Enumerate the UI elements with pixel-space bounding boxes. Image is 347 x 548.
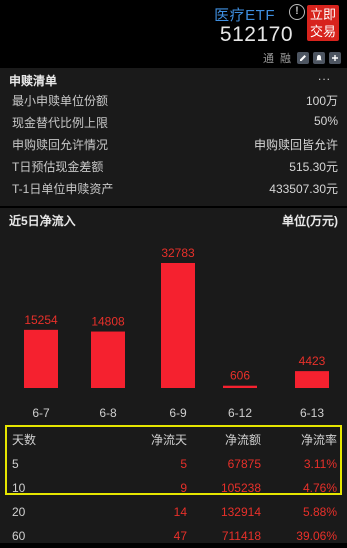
- cell-amount: 105238: [220, 481, 261, 495]
- cell-rate: 5.88%: [302, 505, 337, 519]
- header-rate: 净流率: [300, 433, 337, 447]
- fund-code: 512170: [219, 23, 293, 46]
- cell-days: 20: [12, 505, 26, 519]
- cell-rate: 4.76%: [302, 481, 337, 495]
- inflow-chart-panel: 近5日净流入 单位(万元) 15254 6-7 14808 6-8 32783 6-9 60…: [0, 208, 347, 428]
- bar-6-9[interactable]: [161, 263, 195, 388]
- table-row: 10 9 105238 4.76%: [0, 478, 347, 500]
- list-item: T日预估现金差额 515.30元: [0, 156, 347, 176]
- row-label: 申购赎回允许情况: [12, 138, 109, 152]
- row-label: T日预估现金差额: [12, 160, 104, 174]
- edit-icon[interactable]: [297, 52, 309, 64]
- creation-list-title: 申赎清单: [9, 74, 58, 88]
- creation-list-panel: 申赎清单 ... 最小申赎单位份额 100万 现金替代比例上限 50% 申购赎回…: [0, 68, 347, 206]
- trade-button[interactable]: 立即 交易: [307, 5, 339, 41]
- row-label: T-1日单位申赎资产: [12, 182, 114, 196]
- cell-amount: 132914: [220, 505, 261, 519]
- list-item: 现金替代比例上限 50%: [0, 112, 347, 132]
- bar-6-7[interactable]: [24, 329, 58, 388]
- trade-button-line2: 交易: [309, 24, 336, 39]
- list-item: T-1日单位申赎资产 433507.30元: [0, 178, 347, 198]
- header-flow-days: 净流天: [150, 433, 187, 447]
- bell-icon[interactable]: [313, 52, 325, 64]
- x-tick-label: 6-9: [169, 406, 187, 420]
- cell-rate: 3.11%: [303, 457, 337, 471]
- header-days: 天数: [12, 433, 37, 447]
- cell-days: 5: [12, 457, 19, 471]
- bar-6-8[interactable]: [91, 331, 125, 388]
- bar-6-12[interactable]: [223, 385, 257, 388]
- cell-amount: 711418: [221, 529, 261, 543]
- more-menu-button[interactable]: ...: [318, 69, 331, 83]
- fund-title[interactable]: 医疗ETF: [214, 4, 275, 25]
- inflow-table: 天数 净流天 净流额 净流率 5 5 67875 3.11% 10 9 1052…: [0, 426, 347, 543]
- data-label: 14808: [91, 315, 125, 329]
- tag-rong: 融: [280, 53, 291, 65]
- row-value: 50%: [313, 114, 338, 128]
- bar-6-13[interactable]: [295, 371, 329, 388]
- cell-flow-days: 47: [173, 529, 187, 543]
- row-label: 现金替代比例上限: [12, 116, 109, 130]
- cell-flow-days: 14: [173, 505, 187, 519]
- plus-icon[interactable]: [329, 52, 341, 64]
- list-item: 最小申赎单位份额 100万: [0, 90, 347, 110]
- data-label: 32783: [161, 246, 195, 260]
- cell-days: 60: [12, 529, 26, 543]
- cell-flow-days: 9: [180, 481, 187, 495]
- table-header-row: 天数 净流天 净流额 净流率: [0, 428, 347, 450]
- cell-rate: 39.06%: [296, 529, 337, 543]
- cell-days: 10: [12, 481, 26, 495]
- header: 医疗ETF ! 512170 立即 交易 通 融: [0, 0, 347, 68]
- header-amount: 净流额: [224, 433, 261, 447]
- table-row: 20 14 132914 5.88%: [0, 502, 347, 524]
- list-item: 申购赎回允许情况 申购赎回皆允许: [0, 134, 347, 154]
- row-value: 433507.30元: [269, 182, 338, 196]
- cell-flow-days: 5: [180, 457, 187, 471]
- data-label: 15254: [24, 313, 58, 327]
- x-tick-label: 6-8: [99, 406, 117, 420]
- table-row: 5 5 67875 3.11%: [0, 454, 347, 476]
- x-tick-label: 6-7: [32, 406, 50, 420]
- info-icon[interactable]: !: [289, 4, 305, 20]
- data-label: 4423: [299, 354, 326, 368]
- data-label: 606: [230, 369, 250, 383]
- table-row: 60 47 711418 39.06%: [0, 526, 347, 548]
- row-value: 100万: [305, 94, 338, 108]
- x-tick-label: 6-13: [300, 406, 324, 420]
- row-label: 最小申赎单位份额: [12, 94, 109, 108]
- trade-button-line1: 立即: [309, 7, 336, 22]
- x-tick-label: 6-12: [228, 406, 252, 420]
- row-value: 申购赎回皆允许: [253, 138, 338, 152]
- cell-amount: 67875: [227, 457, 261, 471]
- tag-bar: 通 融: [263, 50, 341, 66]
- inflow-bar-chart: 15254 6-7 14808 6-8 32783 6-9 606 6-12 4423 6-13: [24, 246, 329, 420]
- tag-tong: 通: [263, 53, 274, 65]
- row-value: 515.30元: [289, 160, 338, 174]
